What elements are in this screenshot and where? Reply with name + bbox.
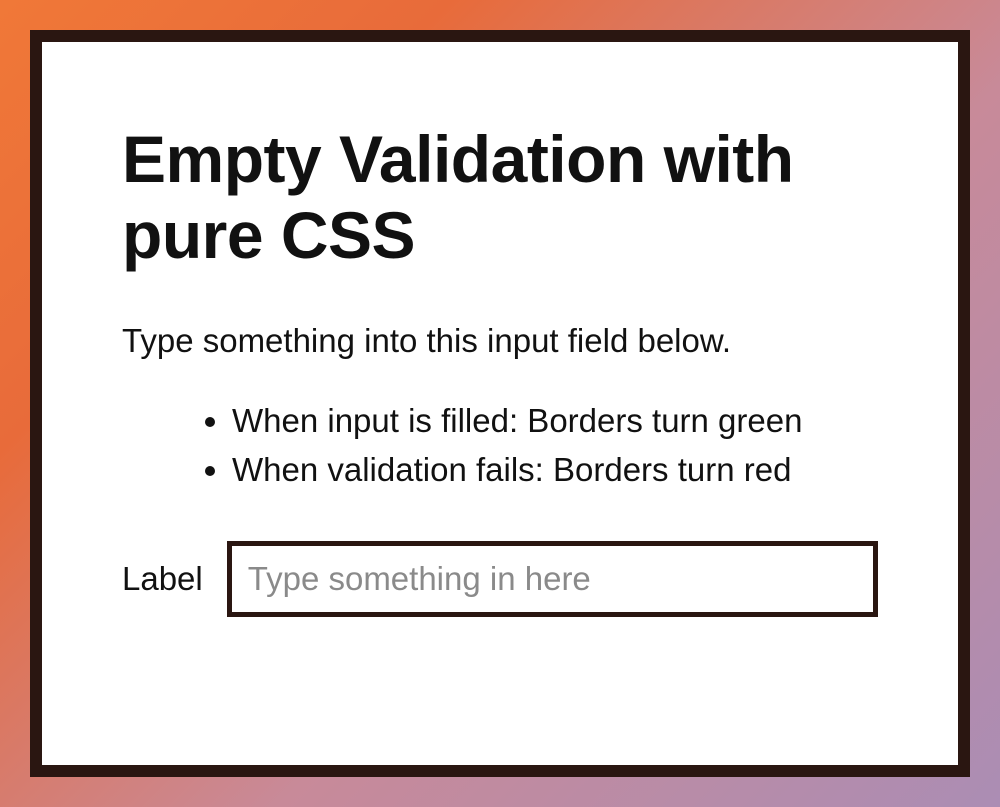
demo-card: Empty Validation with pure CSS Type some… — [30, 30, 970, 777]
list-item: When input is filled: Borders turn green — [232, 396, 878, 446]
description-text: Type something into this input field bel… — [122, 322, 878, 360]
form-row: Label — [122, 541, 878, 617]
list-item: When validation fails: Borders turn red — [232, 445, 878, 495]
input-label: Label — [122, 560, 203, 598]
page-title: Empty Validation with pure CSS — [122, 122, 878, 274]
instruction-list: When input is filled: Borders turn green… — [122, 396, 878, 495]
text-input[interactable] — [227, 541, 878, 617]
